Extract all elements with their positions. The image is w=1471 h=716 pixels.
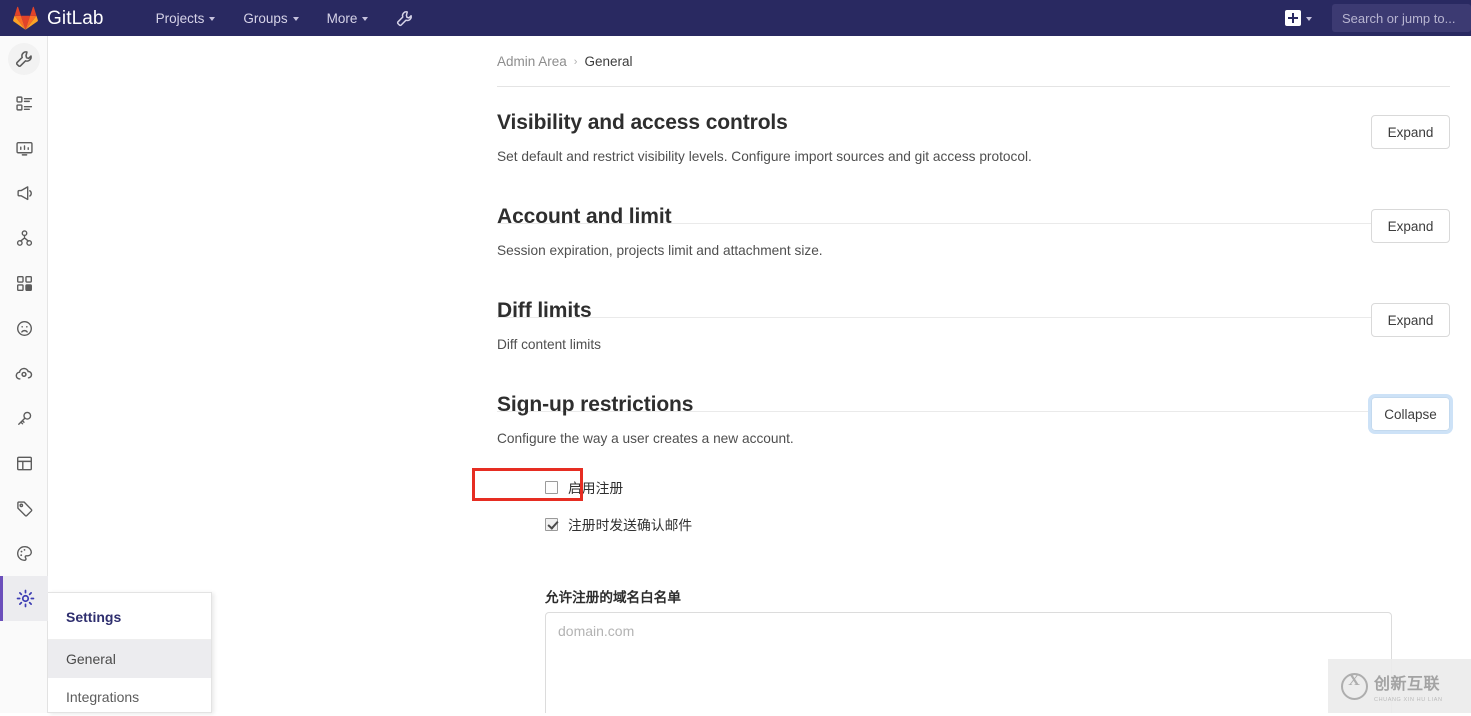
section-description: Session expiration, projects limit and a…	[497, 243, 823, 258]
domain-whitelist-textarea[interactable]	[545, 612, 1392, 713]
sidebar-item-messages[interactable]	[0, 171, 48, 216]
list-overview-icon	[15, 95, 33, 112]
nav-link-groups[interactable]: Groups	[229, 0, 312, 36]
flyout-title: Settings	[48, 593, 211, 640]
gear-icon	[16, 589, 35, 608]
section-title: Visibility and access controls	[497, 111, 788, 134]
sidebar-item-kubernetes[interactable]	[0, 351, 48, 396]
sidebar-item-admin-overview[interactable]	[0, 36, 48, 81]
section-description: Diff content limits	[497, 337, 601, 352]
palette-icon	[16, 545, 33, 562]
expand-button-account[interactable]: Expand	[1371, 209, 1450, 243]
brand-title: GitLab	[47, 7, 104, 29]
admin-area-wrench-icon[interactable]	[396, 10, 413, 27]
section-visibility-and-access-controls: Visibility and access controls Set defau…	[497, 111, 1450, 166]
breadcrumb-divider	[497, 86, 1450, 87]
sidebar-item-overview[interactable]	[0, 81, 48, 126]
breadcrumb: Admin Area › General	[497, 54, 633, 69]
chevron-down-icon	[292, 17, 299, 21]
hooks-icon	[16, 230, 33, 247]
nav-link-projects[interactable]: Projects	[142, 0, 230, 36]
sidebar-item-deploy-keys[interactable]	[0, 396, 48, 441]
chevron-down-icon	[1306, 17, 1312, 21]
megaphone-icon	[16, 185, 33, 202]
domain-whitelist-label: 允许注册的域名白名单	[545, 590, 681, 605]
section-title: Diff limits	[497, 299, 592, 322]
brand-home-link[interactable]: GitLab	[13, 0, 104, 36]
chevron-down-icon	[362, 17, 369, 21]
nav-link-projects-label: Projects	[155, 10, 205, 26]
plus-square-icon	[1285, 10, 1301, 26]
search-input[interactable]: Search or jump to...	[1332, 4, 1471, 32]
key-icon	[16, 410, 33, 427]
flyout-item-general[interactable]: General	[48, 640, 211, 678]
section-title: Sign-up restrictions	[497, 393, 694, 416]
checkbox-send-confirm-email-label: 注册时发送确认邮件	[568, 518, 693, 533]
checkbox-send-confirm-email[interactable]	[545, 517, 558, 531]
section-account-and-limit: Account and limit Session expiration, pr…	[497, 205, 1450, 260]
watermark-en-text: CHUANG XIN HU LIAN	[1374, 696, 1443, 703]
checkbox-enable-signup[interactable]	[545, 480, 558, 494]
sidebar-item-abuse-reports[interactable]	[0, 306, 48, 351]
cx-logo-icon	[1341, 672, 1368, 700]
sidebar-item-appearance[interactable]	[0, 531, 48, 576]
section-description: Set default and restrict visibility leve…	[497, 149, 1032, 164]
navbar-links: Projects Groups More	[142, 0, 414, 36]
monitor-icon	[15, 140, 33, 157]
nav-link-more-label: More	[326, 10, 358, 26]
apps-grid-icon	[16, 275, 33, 292]
checkbox-row-enable-signup[interactable]: 启用注册	[545, 477, 623, 497]
expand-button-visibility[interactable]: Expand	[1371, 115, 1450, 149]
watermark-cn-text: 创新互联	[1374, 675, 1441, 693]
breadcrumb-separator-icon: ›	[573, 55, 578, 68]
nav-link-more[interactable]: More	[313, 0, 383, 36]
sidebar-item-settings[interactable]	[0, 576, 48, 621]
watermark-logo: 创新互联 CHUANG XIN HU LIAN	[1328, 659, 1471, 713]
section-description: Configure the way a user creates a new a…	[497, 431, 794, 446]
navbar-right-actions: Search or jump to...	[1279, 0, 1471, 36]
search-placeholder-text: Search or jump to...	[1342, 10, 1456, 26]
checkbox-enable-signup-label: 启用注册	[568, 481, 624, 496]
nav-link-groups-label: Groups	[243, 10, 288, 26]
sidebar-item-monitoring[interactable]	[0, 126, 48, 171]
cloud-gear-icon	[15, 365, 33, 383]
admin-icon-rail	[0, 36, 48, 713]
sidebar-item-applications[interactable]	[0, 261, 48, 306]
main-content: Admin Area › General Visibility and acce…	[48, 36, 1471, 713]
collapse-button-signup[interactable]: Collapse	[1368, 394, 1453, 434]
gitlab-tanuki-logo	[13, 6, 38, 30]
wrench-icon	[15, 50, 33, 68]
expand-button-diff-limits[interactable]: Expand	[1371, 303, 1450, 337]
top-navbar: GitLab Projects Groups More Search or ju…	[0, 0, 1471, 36]
frown-face-icon	[16, 320, 33, 337]
section-title: Account and limit	[497, 205, 672, 228]
settings-flyout-menu: Settings General Integrations	[48, 592, 212, 713]
sidebar-item-system-hooks[interactable]	[0, 216, 48, 261]
section-sign-up-restrictions: Sign-up restrictions Configure the way a…	[497, 393, 1453, 448]
breadcrumb-current: General	[584, 54, 633, 69]
checkbox-row-send-confirm-email[interactable]: 注册时发送确认邮件	[545, 514, 692, 534]
template-icon	[16, 455, 33, 472]
sidebar-item-service-templates[interactable]	[0, 441, 48, 486]
flyout-item-integrations[interactable]: Integrations	[48, 678, 211, 716]
section-diff-limits: Diff limits Diff content limits Expand	[497, 299, 1450, 354]
chevron-down-icon	[209, 17, 216, 21]
new-item-dropdown[interactable]	[1279, 10, 1318, 26]
sidebar-item-labels[interactable]	[0, 486, 48, 531]
breadcrumb-admin-area[interactable]: Admin Area	[497, 54, 567, 69]
label-tag-icon	[16, 500, 33, 517]
